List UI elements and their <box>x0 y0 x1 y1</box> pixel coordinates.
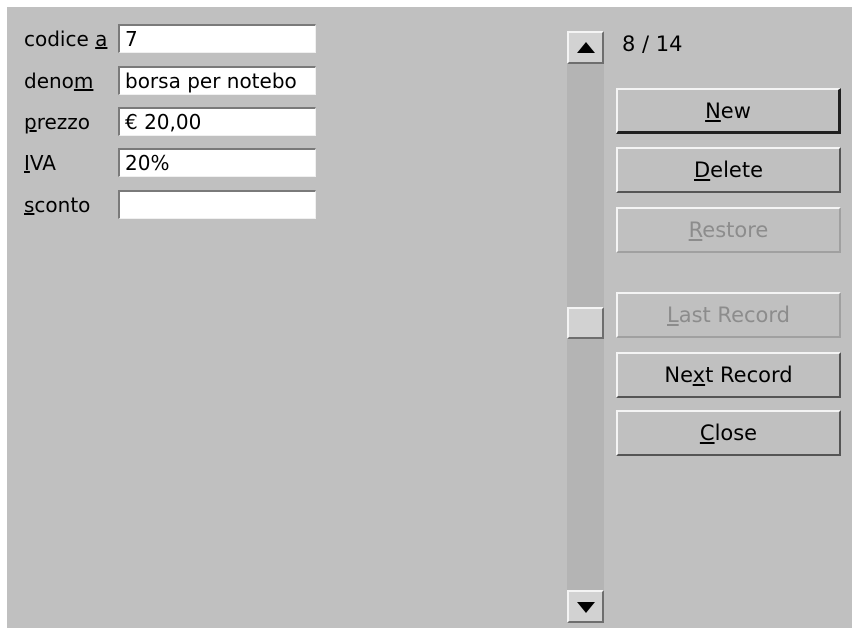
restore-button-mnemonic: R <box>688 218 703 242</box>
triangle-up-icon <box>577 42 595 53</box>
codice-label-text: codice <box>24 27 96 51</box>
iva-label: IVA <box>24 150 117 176</box>
prezzo-label-mnemonic: p <box>24 110 37 134</box>
sconto-label-text: conto <box>34 193 91 217</box>
field-row-sconto: sconto <box>7 190 327 220</box>
record-counter: 8 / 14 <box>622 32 683 56</box>
last-record-button[interactable]: Last Record <box>616 292 841 338</box>
delete-button-mnemonic: D <box>694 158 711 182</box>
next-record-button[interactable]: Next Record <box>616 352 841 398</box>
iva-input[interactable]: 20% <box>118 148 316 177</box>
iva-label-text: VA <box>29 151 56 175</box>
scroll-up-button[interactable] <box>567 31 604 64</box>
scroll-thumb[interactable] <box>567 307 604 339</box>
codice-input[interactable]: 7 <box>118 24 316 53</box>
record-form-window: codice a 7 denom borsa per notebo prezzo… <box>7 7 852 628</box>
denom-label: denom <box>24 68 117 94</box>
scroll-down-button[interactable] <box>567 590 604 623</box>
restore-button-text: estore <box>702 218 769 242</box>
field-row-codice: codice a 7 <box>7 24 327 54</box>
delete-button-text: elete <box>710 158 763 182</box>
prezzo-input[interactable]: € 20,00 <box>118 107 316 136</box>
next-record-button-text: t Record <box>705 363 793 387</box>
triangle-down-icon <box>577 602 595 613</box>
close-button-text: lose <box>714 421 758 445</box>
field-row-prezzo: prezzo € 20,00 <box>7 107 327 137</box>
codice-label: codice a <box>24 26 117 52</box>
prezzo-label-text: rezzo <box>36 110 91 134</box>
sconto-label-mnemonic: s <box>24 193 35 217</box>
record-scrollbar[interactable] <box>567 31 604 623</box>
denom-label-mnemonic: m <box>73 69 94 93</box>
last-record-button-mnemonic: L <box>667 303 679 327</box>
delete-button[interactable]: Delete <box>616 147 841 193</box>
codice-label-mnemonic: a <box>95 27 108 51</box>
denom-label-text: deno <box>24 69 74 93</box>
restore-button[interactable]: Restore <box>616 207 841 253</box>
field-row-denom: denom borsa per notebo <box>7 66 327 96</box>
next-record-button-mnemonic: x <box>692 363 706 387</box>
sconto-label: sconto <box>24 192 117 218</box>
new-button[interactable]: New <box>616 88 841 134</box>
close-button-mnemonic: C <box>699 421 715 445</box>
sconto-input[interactable] <box>118 190 316 219</box>
close-button[interactable]: Close <box>616 410 841 456</box>
prezzo-label: prezzo <box>24 109 117 135</box>
next-record-button-text-pre: Ne <box>664 363 693 387</box>
new-button-text: ew <box>720 99 751 123</box>
field-row-iva: IVA 20% <box>7 148 327 178</box>
denom-input[interactable]: borsa per notebo <box>118 66 316 95</box>
new-button-mnemonic: N <box>705 99 721 123</box>
last-record-button-text: ast Record <box>678 303 790 327</box>
